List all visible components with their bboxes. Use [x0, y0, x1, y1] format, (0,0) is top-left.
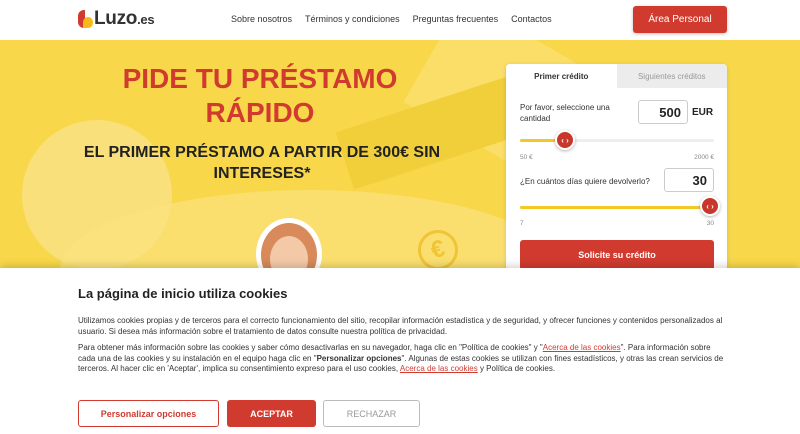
hero-subheadline: EL PRIMER PRÉSTAMO A PARTIR DE 300€ SIN …: [82, 142, 442, 184]
acerca-cookies-link[interactable]: Acerca de las cookies: [543, 343, 621, 352]
personalizar-opciones-button[interactable]: Personalizar opciones: [78, 400, 219, 427]
days-slider-handle[interactable]: ‹ ›: [700, 196, 720, 216]
aceptar-button[interactable]: ACEPTAR: [227, 400, 316, 427]
rechazar-button[interactable]: RECHAZAR: [323, 400, 420, 427]
days-label: ¿En cuántos días quiere devolverlo?: [520, 177, 650, 186]
headline-line-2: RÁPIDO: [205, 97, 315, 128]
amount-min-label: 50 €: [520, 154, 533, 161]
days-slider-fill: [520, 206, 714, 209]
amount-label: Por favor, seleccione una cantidad: [520, 103, 610, 123]
headline-line-1: PIDE TU PRÉSTAMO: [122, 63, 398, 94]
cookie-paragraph-1: Utilizamos cookies propias y de terceros…: [78, 316, 723, 336]
loan-calculator: Primer crédito Siguientes créditos Por f…: [506, 64, 727, 274]
cookie-text: y Política de cookies.: [477, 364, 556, 373]
amount-slider-handle[interactable]: ‹ ›: [555, 130, 575, 150]
site-header: Luzo.es Sobre nosotros Términos y condic…: [0, 0, 800, 40]
amount-input[interactable]: 500: [638, 100, 688, 124]
cookie-title: La página de inicio utiliza cookies: [78, 286, 288, 301]
days-input[interactable]: 30: [664, 168, 714, 192]
cookie-text: Para obtener más información sobre las c…: [78, 343, 543, 352]
amount-max-label: 2000 €: [694, 154, 714, 161]
solicite-credito-button[interactable]: Solicite su crédito: [520, 240, 714, 270]
area-personal-button[interactable]: Área Personal: [633, 6, 727, 33]
main-nav: Sobre nosotros Términos y condiciones Pr…: [231, 14, 552, 24]
logo-text: Luzo.es: [94, 8, 155, 29]
acerca-cookies-link-2[interactable]: Acerca de las cookies: [400, 364, 478, 373]
subline-line-2: INTERESES*: [213, 165, 311, 182]
days-min-label: 7: [520, 220, 524, 227]
nav-item-contactos[interactable]: Contactos: [511, 14, 552, 24]
cookie-banner: La página de inicio utiliza cookies Util…: [0, 268, 800, 434]
cookie-paragraph-2: Para obtener más información sobre las c…: [78, 343, 724, 375]
cookie-text-bold: Personalizar opciones: [316, 353, 402, 363]
nav-item-sobre-nosotros[interactable]: Sobre nosotros: [231, 14, 292, 24]
hero-headline: PIDE TU PRÉSTAMO RÁPIDO: [100, 62, 420, 130]
subline-line-1: EL PRIMER PRÉSTAMO A PARTIR DE 300€ SIN: [83, 144, 441, 161]
nav-item-terminos[interactable]: Términos y condiciones: [305, 14, 400, 24]
logo[interactable]: Luzo.es: [78, 8, 155, 30]
tab-primer-credito[interactable]: Primer crédito: [506, 64, 617, 88]
calculator-tabs: Primer crédito Siguientes créditos: [506, 64, 727, 88]
nav-item-preguntas[interactable]: Preguntas frecuentes: [413, 14, 499, 24]
amount-unit: EUR: [692, 107, 714, 118]
days-max-label: 30: [706, 220, 714, 227]
logo-icon: [78, 10, 93, 28]
tab-siguientes-creditos[interactable]: Siguientes créditos: [616, 64, 727, 88]
